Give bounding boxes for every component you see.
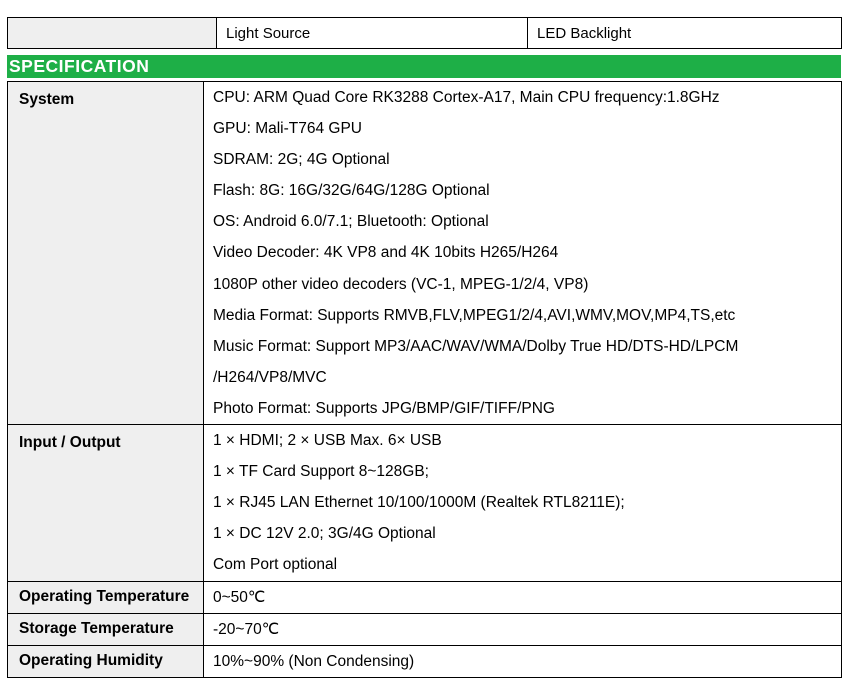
row-label: Input / Output — [7, 424, 204, 582]
value-line: 1 × DC 12V 2.0; 3G/4G Optional — [213, 525, 436, 543]
value-line: OS: Android 6.0/7.1; Bluetooth: Optional — [213, 213, 489, 231]
value-line: 10%~90% (Non Condensing) — [213, 652, 415, 670]
row-label: Operating Temperature — [7, 580, 204, 614]
value-line: -20~70℃ — [213, 620, 280, 638]
light-source-table: Light Source LED Backlight — [7, 17, 842, 49]
table-row-system: System CPU: ARM Quad Core RK3288 Cortex-… — [7, 80, 842, 426]
row-values: 0~50℃ — [203, 580, 842, 614]
row-values: CPU: ARM Quad Core RK3288 Cortex-A17, Ma… — [203, 80, 842, 426]
value-line: 0~50℃ — [213, 588, 266, 606]
value-line: Com Port optional — [213, 556, 338, 574]
value-line: CPU: ARM Quad Core RK3288 Cortex-A17, Ma… — [213, 89, 720, 106]
value-line: GPU: Mali-T764 GPU — [213, 120, 363, 138]
value-line: Music Format: Support MP3/AAC/WAV/WMA/Do… — [213, 337, 739, 355]
value-line: SDRAM: 2G; 4G Optional — [213, 151, 390, 169]
table-row-storage-temperature: Storage Temperature -20~70℃ — [7, 612, 842, 646]
specification-table: System CPU: ARM Quad Core RK3288 Cortex-… — [7, 80, 842, 678]
table-row-operating-temperature: Operating Temperature 0~50℃ — [7, 580, 842, 614]
value-line: 1080P other video decoders (VC-1, MPEG-1… — [213, 275, 589, 293]
value-line: 1 × RJ45 LAN Ethernet 10/100/1000M (Real… — [213, 494, 625, 512]
table-row-input-output: Input / Output 1 × HDMI; 2 × USB Max. 6×… — [7, 424, 842, 582]
light-source-value: LED Backlight — [527, 17, 842, 49]
value-line: Video Decoder: 4K VP8 and 4K 10bits H265… — [213, 244, 559, 262]
row-label: Operating Humidity — [7, 644, 204, 678]
table-row-operating-humidity: Operating Humidity 10%~90% (Non Condensi… — [7, 644, 842, 678]
value-line: Flash: 8G: 16G/32G/64G/128G Optional — [213, 182, 490, 200]
light-source-label: Light Source — [216, 17, 528, 49]
table-row: Light Source LED Backlight — [7, 17, 842, 49]
value-line: Photo Format: Supports JPG/BMP/GIF/TIFF/… — [213, 399, 555, 417]
value-line: /H264/VP8/MVC — [213, 368, 327, 386]
empty-cell — [7, 17, 217, 49]
row-values: 10%~90% (Non Condensing) — [203, 644, 842, 678]
row-label: System — [7, 80, 204, 426]
row-values: -20~70℃ — [203, 612, 842, 646]
value-line: Media Format: Supports RMVB,FLV,MPEG1/2/… — [213, 306, 736, 324]
value-line: 1 × HDMI; 2 × USB Max. 6× USB — [213, 432, 442, 450]
row-values: 1 × HDMI; 2 × USB Max. 6× USB 1 × TF Car… — [203, 424, 842, 582]
row-label: Storage Temperature — [7, 612, 204, 646]
value-line: 1 × TF Card Support 8~128GB; — [213, 463, 429, 481]
section-title: SPECIFICATION — [7, 55, 841, 78]
